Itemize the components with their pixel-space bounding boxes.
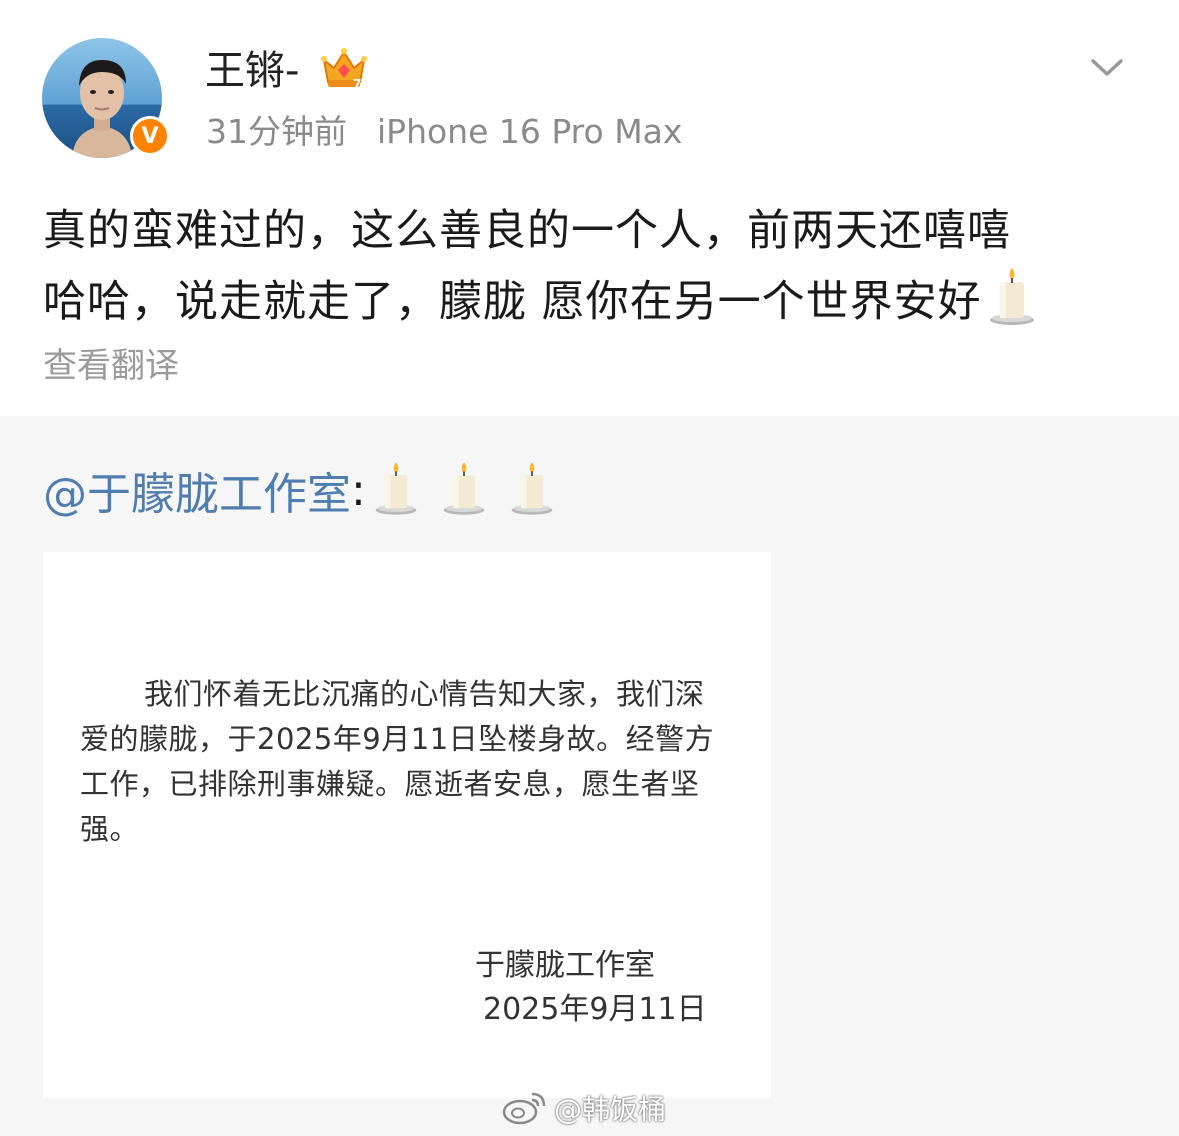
notice-signature: 于朦胧工作室 xyxy=(475,948,655,983)
crown-icon[interactable]: 7 xyxy=(320,46,368,94)
candle-icon xyxy=(372,458,420,522)
watermark-text: @韩饭桶 xyxy=(554,1093,667,1126)
verified-badge-icon: V xyxy=(130,116,170,156)
post-text-line2: 哈哈，说走就走了，朦胧 愿你在另一个世界安好 xyxy=(43,277,982,327)
svg-text:7: 7 xyxy=(353,77,361,90)
mention-link[interactable]: @于朦胧工作室 xyxy=(43,458,351,522)
translate-link[interactable]: 查看翻译 xyxy=(43,344,179,388)
candle-icon xyxy=(508,458,556,522)
notice-body: 我们怀着无比沉痛的心情告知大家，我们深爱的朦胧，于2025年9月11日坠楼身故。… xyxy=(80,677,715,846)
chevron-down-icon[interactable] xyxy=(1089,56,1125,84)
mention-colon: : xyxy=(351,464,366,516)
post-meta: 31分钟前 iPhone 16 Pro Max xyxy=(206,110,682,154)
notice-date: 2025年9月11日 xyxy=(483,992,707,1027)
post-timestamp: 31分钟前 xyxy=(206,112,347,151)
post-text: 真的蛮难过的，这么善良的一个人，前两天还嘻嘻 哈哈，说走就走了，朦胧 愿你在另一… xyxy=(43,196,1133,347)
username[interactable]: 王锵- xyxy=(205,44,299,98)
notice-image[interactable]: 我们怀着无比沉痛的心情告知大家，我们深爱的朦胧，于2025年9月11日坠楼身故。… xyxy=(43,552,771,1098)
post-text-line1: 真的蛮难过的，这么善良的一个人，前两天还嘻嘻 xyxy=(43,206,1011,256)
post-device[interactable]: iPhone 16 Pro Max xyxy=(377,112,682,151)
candle-icon xyxy=(986,266,1038,347)
weibo-logo-icon xyxy=(502,1092,546,1125)
post-text-line2-wrap: 哈哈，说走就走了，朦胧 愿你在另一个世界安好 xyxy=(43,266,1133,347)
watermark: @韩饭桶 xyxy=(502,1088,666,1128)
repost-header: @于朦胧工作室: xyxy=(43,460,576,520)
post-card: V 王锵- 7 31分钟前 iPhone 16 Pro Max 真的蛮难过的，这么… xyxy=(0,0,1179,416)
candle-icon xyxy=(440,458,488,522)
